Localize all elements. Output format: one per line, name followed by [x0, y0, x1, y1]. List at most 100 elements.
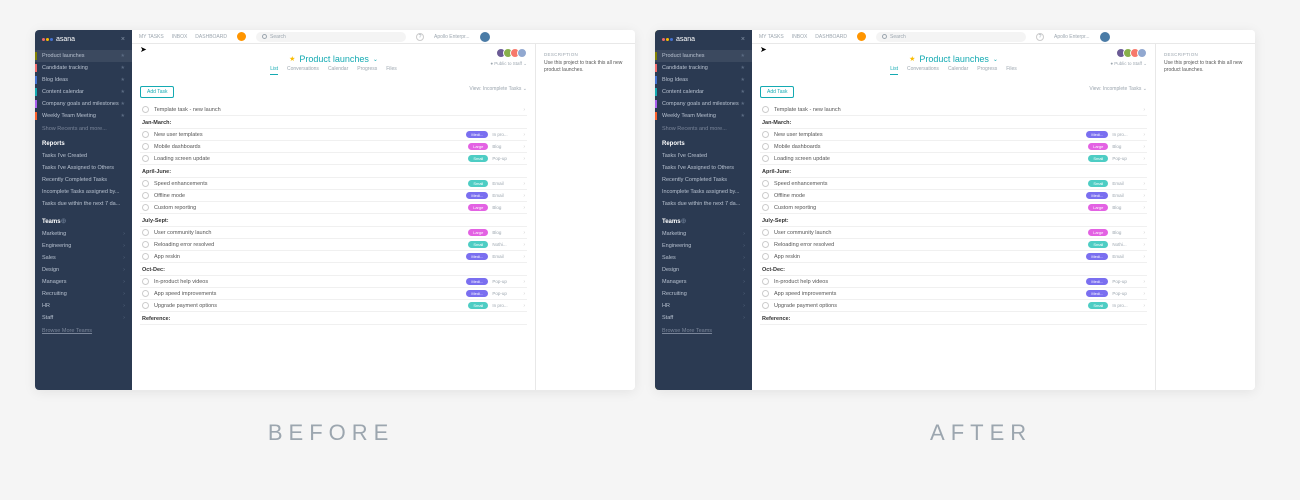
sidebar-item-blog-ideas[interactable]: Blog Ideas★ — [35, 74, 132, 86]
report-item[interactable]: Tasks I've Created — [35, 150, 132, 162]
task-row[interactable]: Reloading error resolvedSmallNothi...› — [140, 239, 527, 251]
task-row[interactable]: App speed improvementsMedi...Pop-up› — [140, 288, 527, 300]
visibility-indicator[interactable]: ● Public to Staff ⌄ — [490, 61, 527, 67]
section-header[interactable]: April-June: — [760, 165, 1147, 178]
assignee-field[interactable]: In pro... — [492, 303, 520, 308]
chevron-right-icon[interactable]: › — [1143, 279, 1145, 285]
chevron-right-icon[interactable]: › — [1143, 132, 1145, 138]
assignee-field[interactable]: In pro... — [492, 132, 520, 137]
assignee-field[interactable]: Email — [492, 254, 520, 259]
assignee-field[interactable]: Email — [492, 193, 520, 198]
chevron-right-icon[interactable]: › — [1143, 193, 1145, 199]
assignee-field[interactable]: Email — [1112, 254, 1140, 259]
check-circle-icon[interactable] — [762, 192, 769, 199]
tab-calendar[interactable]: Calendar — [948, 66, 968, 75]
section-header[interactable]: Jan-March: — [140, 116, 527, 129]
project-title[interactable]: ★ Product launches ⌄ — [289, 54, 378, 64]
help-icon[interactable]: ? — [1036, 33, 1044, 41]
tab-conversations[interactable]: Conversations — [907, 66, 939, 75]
chevron-right-icon[interactable]: › — [1143, 107, 1145, 113]
assignee-field[interactable]: Blog — [1112, 144, 1140, 149]
tab-progress[interactable]: Progress — [977, 66, 997, 75]
assignee-field[interactable]: Blog — [1112, 205, 1140, 210]
report-item[interactable]: Tasks I've Assigned to Others — [655, 162, 752, 174]
assignee-field[interactable]: Blog — [492, 144, 520, 149]
task-row[interactable]: New user templatesMedi...In pro...› — [760, 129, 1147, 141]
task-row[interactable]: App reskinMedi...Email› — [140, 251, 527, 263]
team-item-managers[interactable]: Managers› — [655, 276, 752, 288]
assignee-field[interactable]: Pop-up — [492, 291, 520, 296]
section-header[interactable]: Reference: — [760, 312, 1147, 325]
check-circle-icon[interactable] — [762, 241, 769, 248]
assignee-field[interactable]: Blog — [1112, 230, 1140, 235]
tab-list[interactable]: List — [890, 66, 898, 75]
assignee-field[interactable]: Email — [492, 181, 520, 186]
task-row[interactable]: Speed enhancementsSmallEmail› — [140, 178, 527, 190]
task-row[interactable]: Mobile dashboardsLargeBlog› — [140, 141, 527, 153]
sidebar-item-candidate-tracking[interactable]: Candidate tracking★ — [655, 62, 752, 74]
sidebar-item-content-calendar[interactable]: Content calendar★ — [655, 86, 752, 98]
chevron-right-icon[interactable]: › — [523, 303, 525, 309]
sidebar-item-product-launches[interactable]: Product launches★ — [655, 50, 752, 62]
tab-conversations[interactable]: Conversations — [287, 66, 319, 75]
visibility-indicator[interactable]: ● Public to Staff ⌄ — [1110, 61, 1147, 67]
chevron-right-icon[interactable]: › — [523, 242, 525, 248]
user-avatar[interactable] — [480, 32, 490, 42]
browse-teams-link[interactable]: Browse More Teams — [655, 325, 752, 337]
chevron-right-icon[interactable]: › — [1143, 156, 1145, 162]
assignee-field[interactable]: In pro... — [1112, 132, 1140, 137]
team-item-design[interactable]: Design› — [655, 264, 752, 276]
check-circle-icon[interactable] — [762, 229, 769, 236]
section-header[interactable]: Oct-Dec: — [760, 263, 1147, 276]
report-item[interactable]: Incomplete Tasks assigned by... — [35, 186, 132, 198]
check-circle-icon[interactable] — [142, 290, 149, 297]
check-circle-icon[interactable] — [762, 155, 769, 162]
check-circle-icon[interactable] — [142, 229, 149, 236]
search-input[interactable]: Search — [876, 32, 1026, 42]
chevron-right-icon[interactable]: › — [523, 205, 525, 211]
chevron-down-icon[interactable]: ⌄ — [373, 56, 378, 63]
report-item[interactable]: Incomplete Tasks assigned by... — [655, 186, 752, 198]
tab-files[interactable]: Files — [1006, 66, 1017, 75]
browse-teams-link[interactable]: Browse More Teams — [35, 325, 132, 337]
task-row[interactable]: Offline modeMedi...Email› — [140, 190, 527, 202]
chevron-right-icon[interactable]: › — [1143, 303, 1145, 309]
task-row[interactable]: App speed improvementsMedi...Pop-up› — [760, 288, 1147, 300]
assignee-field[interactable]: Pop-up — [1112, 156, 1140, 161]
report-item[interactable]: Recently Completed Tasks — [655, 174, 752, 186]
check-circle-icon[interactable] — [142, 131, 149, 138]
report-item[interactable]: Tasks due within the next 7 da... — [35, 198, 132, 210]
sidebar-item-company-goals-and-milestones[interactable]: Company goals and milestones★ — [35, 98, 132, 110]
add-task-button[interactable]: Add Task — [140, 86, 174, 98]
check-circle-icon[interactable] — [142, 180, 149, 187]
task-row[interactable]: In-product help videosMedi...Pop-up› — [140, 276, 527, 288]
assignee-field[interactable]: Nothi... — [492, 242, 520, 247]
check-circle-icon[interactable] — [762, 204, 769, 211]
tab-progress[interactable]: Progress — [357, 66, 377, 75]
sidebar-item-weekly-team-meeting[interactable]: Weekly Team Meeting★ — [35, 110, 132, 122]
task-row[interactable]: User community launchLargeBlog› — [140, 227, 527, 239]
workspace-name[interactable]: Apollo Enterpr... — [1054, 34, 1090, 40]
project-members[interactable] — [1119, 48, 1147, 58]
sidebar-item-product-launches[interactable]: Product launches★ — [35, 50, 132, 62]
project-members[interactable] — [499, 48, 527, 58]
report-item[interactable]: Tasks I've Assigned to Others — [35, 162, 132, 174]
view-filter[interactable]: View: Incomplete Tasks ⌄ — [469, 86, 527, 98]
check-circle-icon[interactable] — [142, 192, 149, 199]
team-item-engineering[interactable]: Engineering› — [35, 240, 132, 252]
team-item-sales[interactable]: Sales› — [35, 252, 132, 264]
tab-files[interactable]: Files — [386, 66, 397, 75]
team-item-recruiting[interactable]: Recruiting› — [35, 288, 132, 300]
chevron-right-icon[interactable]: › — [523, 230, 525, 236]
chevron-right-icon[interactable]: › — [523, 291, 525, 297]
section-header[interactable]: Reference: — [140, 312, 527, 325]
topnav-item[interactable]: MY TASKS — [139, 34, 164, 40]
task-row[interactable]: Loading screen updateSmallPop-up› — [760, 153, 1147, 165]
section-header[interactable]: Oct-Dec: — [140, 263, 527, 276]
task-row[interactable]: Template task - new launch› — [760, 104, 1147, 116]
report-item[interactable]: Tasks due within the next 7 da... — [655, 198, 752, 210]
team-item-recruiting[interactable]: Recruiting› — [655, 288, 752, 300]
chevron-right-icon[interactable]: › — [523, 181, 525, 187]
section-header[interactable]: July-Sept: — [140, 214, 527, 227]
task-row[interactable]: Mobile dashboardsLargeBlog› — [760, 141, 1147, 153]
